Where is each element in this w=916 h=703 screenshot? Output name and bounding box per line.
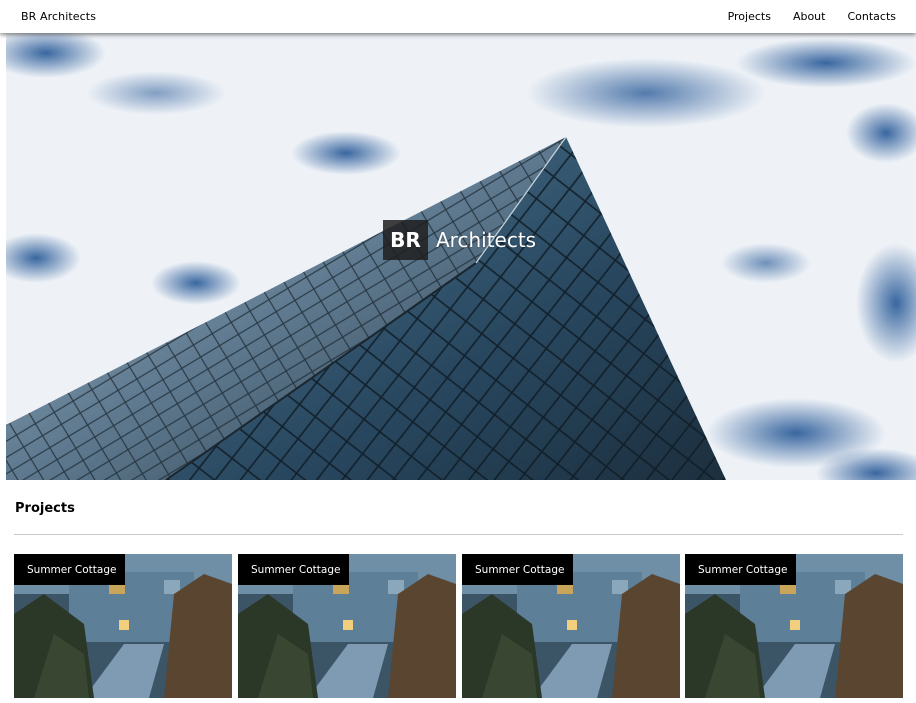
nav-link-projects[interactable]: Projects [728, 10, 771, 23]
project-card[interactable]: Summer Cottage [238, 554, 456, 698]
section-divider [14, 534, 903, 535]
project-card[interactable]: Summer Cottage [14, 554, 232, 698]
project-card[interactable]: Summer Cottage [462, 554, 680, 698]
nav-link-about[interactable]: About [793, 10, 826, 23]
top-navbar: BR Architects Projects About Contacts [0, 0, 916, 33]
project-card-label: Summer Cottage [14, 554, 125, 585]
hero-banner: BR Architects [6, 33, 916, 480]
nav-menu: Projects About Contacts [706, 10, 896, 23]
project-card-label: Summer Cottage [685, 554, 796, 585]
brand-link[interactable]: BR Architects [21, 10, 96, 23]
nav-link-contacts[interactable]: Contacts [847, 10, 896, 23]
project-card[interactable]: Summer Cottage [685, 554, 903, 698]
project-card-label: Summer Cottage [462, 554, 573, 585]
hero-logo-mark: BR [383, 220, 428, 260]
hero-logo-text: Architects [436, 228, 537, 252]
project-card-label: Summer Cottage [238, 554, 349, 585]
hero-logo: BR Architects [383, 220, 536, 260]
project-cards: Summer Cottage Summer Cottage Summer Cot… [14, 554, 904, 698]
projects-heading: Projects [15, 501, 75, 516]
